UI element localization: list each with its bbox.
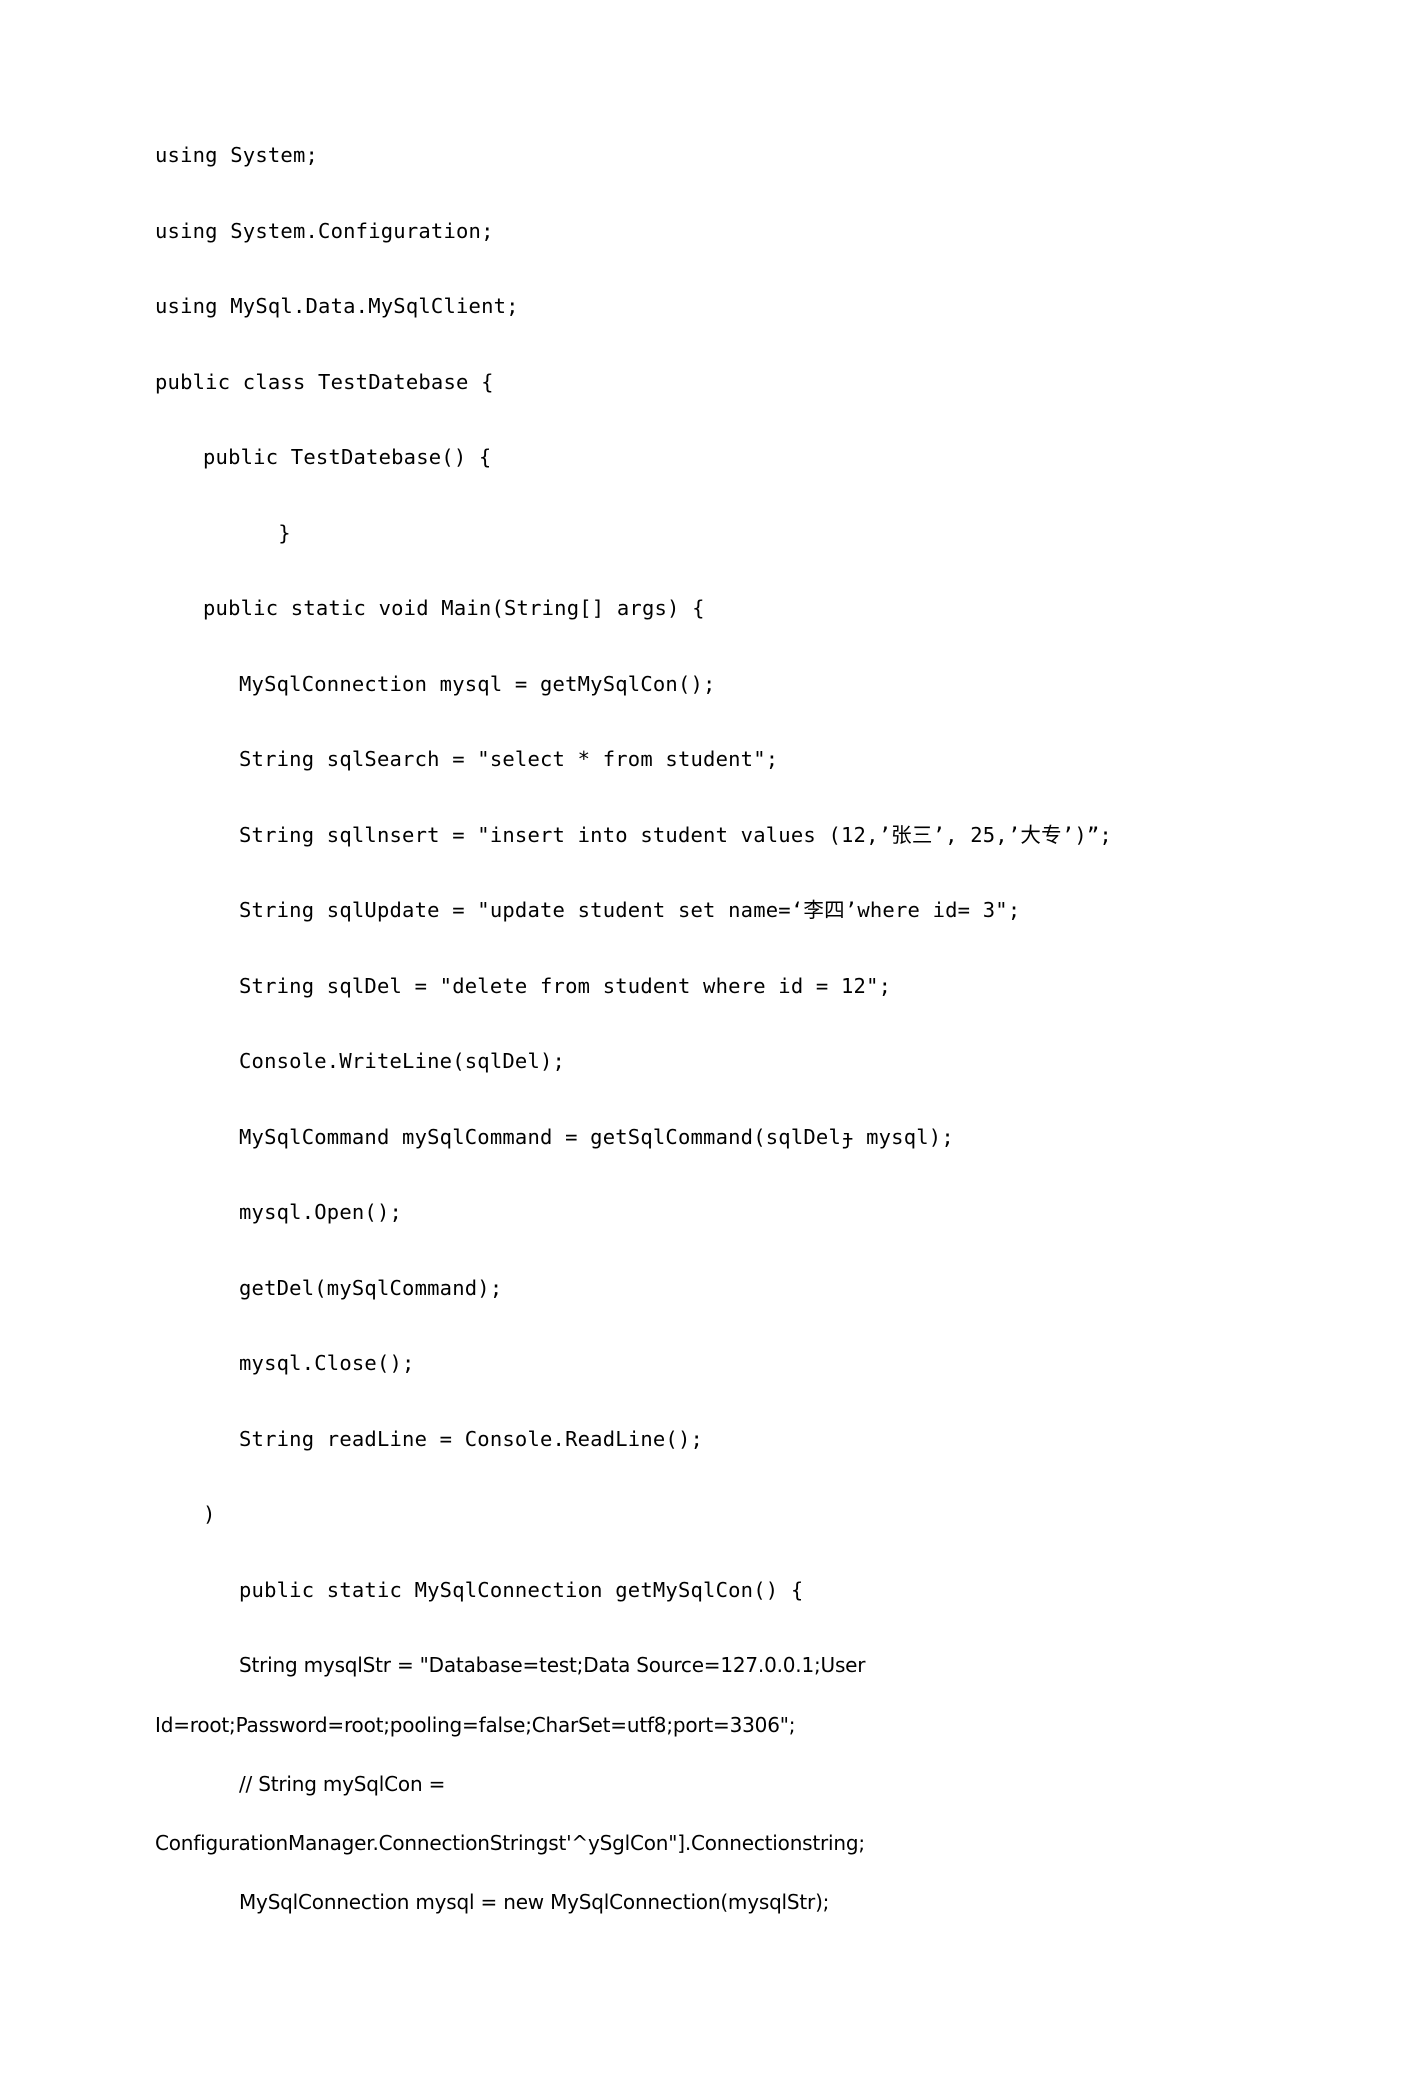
code-line: String sqlUpdate = "update student set n… [239,898,1021,922]
code-line: using System; [155,143,319,167]
code-line-wrap: Id=root;Password=root;pooling=false;Char… [155,1712,796,1737]
code-line: public static MySqlConnection getMySqlCo… [239,1577,804,1602]
code-line: public static void Main(String[] args) { [203,596,705,620]
code-line: String readLine = Console.ReadLine(); [239,1426,704,1451]
code-line: String sqllnsert = "insert into student … [239,822,1112,847]
code-line: mysql.Open(); [239,1200,403,1224]
code-line: mysql.Close(); [239,1351,415,1375]
code-line: using MySql.Data.MySqlClient; [155,294,519,318]
code-line: getDel(mySqlCommand); [239,1275,503,1300]
code-line: String mysqlStr = "Database=test;Data So… [239,1653,866,1677]
code-line: MySqlConnection mysql = getMySqlCon(); [239,671,716,696]
code-line: MySqlConnection mysql = new MySqlConnect… [239,1890,830,1914]
document-page: using System; using System.Configuration… [0,0,1413,2093]
code-line: // String mySqlCon = [239,1771,446,1796]
code-listing: using System; using System.Configuration… [155,118,1263,1941]
code-line: String sqlSearch = "select * from studen… [239,747,779,771]
code-line: public TestDatebase() { [203,445,492,469]
code-line: public class TestDatebase { [155,369,494,394]
code-line: using System.Configuration; [155,218,494,243]
code-line: MySqlCommand mySqlCommand = getSqlComman… [239,1124,954,1149]
code-line: ) [203,1502,216,1526]
code-line: Console.WriteLine(sqlDel); [239,1049,566,1073]
code-line-wrap: ConfigurationManager.ConnectionStringst'… [155,1831,865,1855]
code-line: } [203,520,291,545]
code-line: String sqlDel = "delete from student whe… [239,973,892,998]
